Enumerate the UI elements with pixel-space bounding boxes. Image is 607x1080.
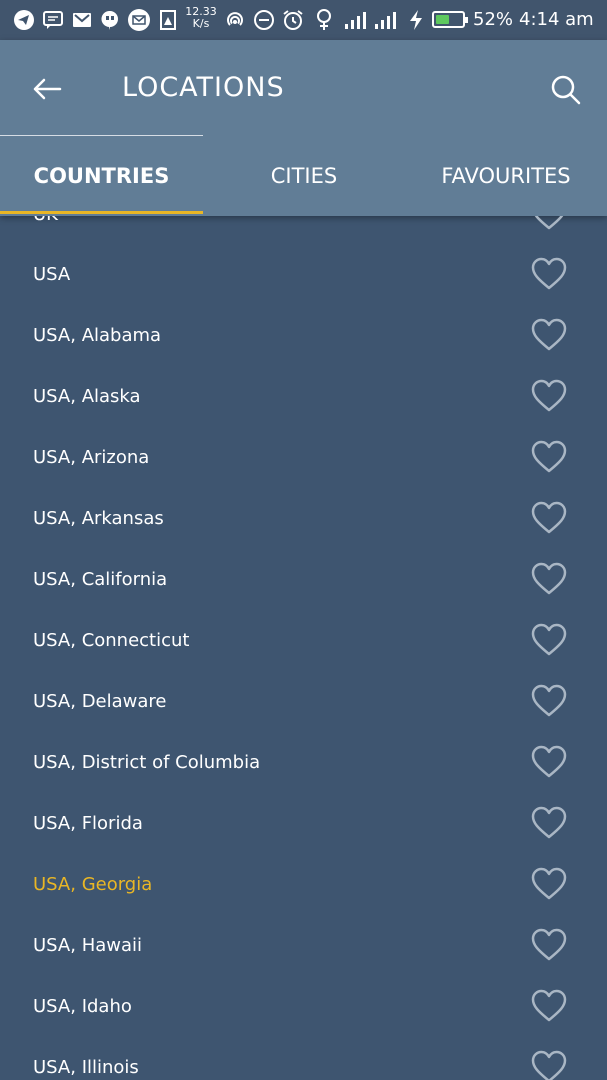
tab-bar: COUNTRIES CITIES FAVOURITES xyxy=(0,137,607,216)
list-item-label: USA, Hawaii xyxy=(33,935,143,956)
female-icon xyxy=(312,8,336,32)
status-bar: 12.33 K/s 52% 4:14 am xyxy=(0,0,607,40)
list-item-label: USA, Arkansas xyxy=(33,508,164,529)
list-item-label: USA, Florida xyxy=(33,813,143,834)
signal-icon xyxy=(342,8,370,32)
battery-fill xyxy=(436,15,449,24)
charging-icon xyxy=(404,8,428,32)
list-item[interactable]: USA, Alabama xyxy=(0,305,607,366)
battery-percent: 52% xyxy=(473,9,514,30)
list-item-label: USA, Illinois xyxy=(33,1057,139,1078)
locations-list[interactable]: UK USA USA, Alabama USA, Alaska USA, Arizona… xyxy=(0,216,607,1080)
list-item-label: USA, Arizona xyxy=(33,447,150,468)
list-item-label: USA, Georgia xyxy=(33,874,153,895)
tab-cities[interactable]: CITIES xyxy=(203,137,405,216)
list-item[interactable]: USA, Hawaii xyxy=(0,915,607,976)
list-item-label: USA, Delaware xyxy=(33,691,167,712)
arrow-left-icon xyxy=(33,78,62,100)
heart-icon[interactable] xyxy=(530,683,568,719)
list-item-label: USA, California xyxy=(33,569,168,590)
list-item-label: USA, Alabama xyxy=(33,325,162,346)
net-speed: 12.33 K/s xyxy=(184,6,218,30)
signal-icon xyxy=(372,8,400,32)
tab-divider xyxy=(0,135,203,136)
heart-icon[interactable] xyxy=(530,561,568,597)
alarm-icon xyxy=(281,8,305,32)
tab-favourites[interactable]: FAVOURITES xyxy=(405,137,607,216)
app-bar: LOCATIONS COUNTRIES CITIES FAVOURITES xyxy=(0,40,607,216)
list-item[interactable]: USA xyxy=(0,244,607,305)
battery-icon xyxy=(432,11,468,28)
active-tab-indicator xyxy=(0,211,203,214)
heart-icon[interactable] xyxy=(530,439,568,475)
heart-icon[interactable] xyxy=(530,805,568,841)
list-item-partial[interactable]: UK xyxy=(0,216,607,245)
tab-countries[interactable]: COUNTRIES xyxy=(0,137,203,216)
message-icon xyxy=(41,8,65,32)
list-item[interactable]: USA, Illinois xyxy=(0,1037,607,1080)
mail-icon xyxy=(127,8,151,32)
heart-icon[interactable] xyxy=(530,1049,568,1080)
list-item-label: UK xyxy=(33,216,58,245)
hangouts-icon xyxy=(98,8,122,32)
heart-icon[interactable] xyxy=(530,256,568,292)
list-item[interactable]: USA, Georgia xyxy=(0,854,607,915)
list-item[interactable]: USA, Alaska xyxy=(0,366,607,427)
list-item[interactable]: USA, Connecticut xyxy=(0,610,607,671)
dnd-icon xyxy=(252,8,276,32)
list-item[interactable]: USA, Arizona xyxy=(0,427,607,488)
heart-icon[interactable] xyxy=(530,317,568,353)
heart-icon[interactable] xyxy=(530,988,568,1024)
hotspot-icon xyxy=(223,8,247,32)
list-item[interactable]: USA, California xyxy=(0,549,607,610)
image-icon xyxy=(156,8,180,32)
list-item-label: USA, Alaska xyxy=(33,386,141,407)
list-item-label: USA, Idaho xyxy=(33,996,132,1017)
heart-icon[interactable] xyxy=(530,216,568,232)
heart-icon[interactable] xyxy=(530,927,568,963)
heart-icon[interactable] xyxy=(530,744,568,780)
net-speed-unit: K/s xyxy=(192,17,210,30)
search-icon xyxy=(551,75,581,105)
list-item[interactable]: USA, Delaware xyxy=(0,671,607,732)
list-item[interactable]: USA, Florida xyxy=(0,793,607,854)
heart-icon[interactable] xyxy=(530,622,568,658)
search-button[interactable] xyxy=(546,70,586,110)
heart-icon[interactable] xyxy=(530,500,568,536)
list-item[interactable]: USA, Idaho xyxy=(0,976,607,1037)
list-item-label: USA xyxy=(33,264,71,285)
list-item[interactable]: USA, District of Columbia xyxy=(0,732,607,793)
page-title: LOCATIONS xyxy=(122,72,285,103)
back-button[interactable] xyxy=(28,70,66,108)
heart-icon[interactable] xyxy=(530,378,568,414)
list-item[interactable]: USA, Arkansas xyxy=(0,488,607,549)
heart-icon[interactable] xyxy=(530,866,568,902)
gmail-icon xyxy=(70,8,94,32)
list-item-label: USA, District of Columbia xyxy=(33,752,261,773)
battery-tip xyxy=(465,17,468,23)
telegram-icon xyxy=(12,8,36,32)
clock: 4:14 am xyxy=(519,9,594,30)
list-item-label: USA, Connecticut xyxy=(33,630,190,651)
